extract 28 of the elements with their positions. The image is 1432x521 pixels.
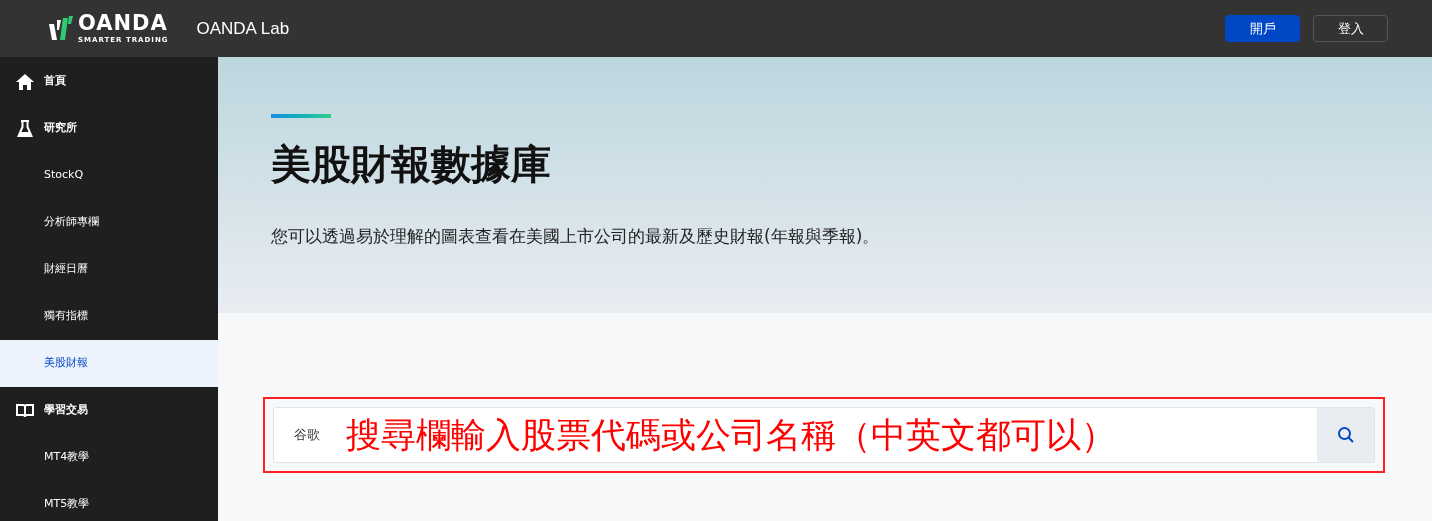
search-icon [1336, 426, 1355, 444]
page-description: 您可以透過易於理解的圖表查看在美國上市公司的最新及歷史財報(年報與季報)。 [271, 225, 881, 248]
book-icon [16, 403, 34, 418]
sidebar-item[interactable]: MT5教學 [0, 481, 218, 521]
logo-wordmark: OANDA [78, 13, 169, 34]
accent-bar [271, 114, 331, 118]
sidebar-item[interactable]: 美股財報 [0, 340, 218, 387]
search-field[interactable]: 谷歌 搜尋欄輸入股票代碼或公司名稱（中英文都可以） [273, 407, 1375, 463]
site-title: OANDA Lab [196, 17, 290, 40]
flask-icon [17, 119, 33, 138]
section-label: 學習交易 [44, 402, 88, 419]
open-account-button[interactable]: 開戶 [1225, 15, 1300, 42]
sidebar-item[interactable]: 獨有指標 [0, 293, 218, 340]
sidebar-section[interactable]: 學習交易 [0, 387, 218, 434]
sidebar-section[interactable]: 研究所 [0, 105, 218, 152]
sidebar-item[interactable]: 財經日曆 [0, 246, 218, 293]
logo-mark-icon [48, 15, 74, 42]
section-label: 首頁 [44, 73, 66, 90]
sidebar-item[interactable]: StockQ [0, 152, 218, 199]
sidebar-item[interactable]: 分析師專欄 [0, 199, 218, 246]
sidebar-section[interactable]: 首頁 [0, 58, 218, 105]
annotation-text: 搜尋欄輸入股票代碼或公司名稱（中英文都可以） [346, 413, 1117, 457]
sidebar-item[interactable]: MT4教學 [0, 434, 218, 481]
home-icon [16, 73, 34, 90]
page-title: 美股財報數據庫 [271, 144, 552, 184]
login-button[interactable]: 登入 [1313, 15, 1388, 42]
section-label: 研究所 [44, 120, 77, 137]
search-button[interactable] [1317, 408, 1374, 462]
